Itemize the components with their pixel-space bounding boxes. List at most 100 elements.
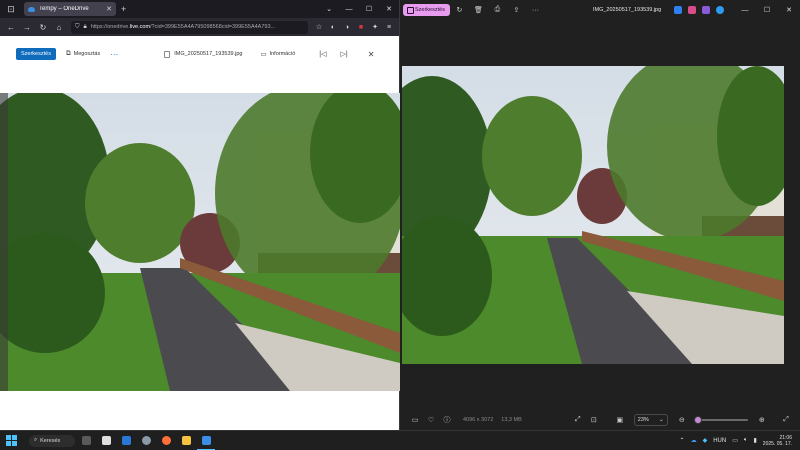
bookmark-star-icon[interactable]: ☆ (313, 21, 325, 33)
shield-icon[interactable]: ⛉ (75, 24, 80, 31)
image-dimensions: 4096 x 3072 (463, 417, 494, 423)
app-shortcut-blue-icon[interactable] (674, 6, 682, 14)
menu-hamburger-icon[interactable]: ≡ (383, 21, 395, 33)
delete-icon[interactable]: 🗑︎ (469, 6, 488, 14)
chevron-down-icon: ⌄ (659, 417, 664, 423)
photo-navigation: |◁ ▷| (319, 50, 347, 58)
outlook-icon[interactable] (117, 432, 135, 450)
fullscreen-icon[interactable]: ⤢ (778, 416, 794, 424)
task-view-icon[interactable] (77, 432, 95, 450)
zoom-level-dropdown[interactable]: 23% ⌄ (633, 414, 668, 426)
close-viewer-icon[interactable]: ✕ (368, 50, 375, 59)
photo-preview-photos-app (402, 66, 784, 364)
taskbar-clock[interactable]: 21:06 2025. 05. 17. (763, 435, 792, 447)
onedrive-cloud-icon[interactable] (716, 6, 724, 14)
onedrive-viewer-toolbar: Szerkesztés ⧉ Megosztás ··· IMG_20250517… (0, 44, 399, 64)
photo-preview-onedrive (0, 93, 400, 391)
firefox-view-icon[interactable]: ⊡ (4, 2, 18, 16)
app-shortcut-purple-icon[interactable] (702, 6, 710, 14)
share-label: Megosztás (73, 51, 101, 57)
addon-red-icon[interactable]: ■ (355, 21, 367, 33)
onedrive-cloud-icon (28, 6, 35, 12)
more-options-icon[interactable]: ··· (526, 7, 545, 14)
windows-taskbar: ⌕ Keresés ⌃ ☁ ◆ HUN ▭ 🔈︎ ▮ 21:06 2025. 0… (0, 430, 800, 450)
more-options-button[interactable]: ··· (110, 50, 118, 59)
info-label: Információ (269, 51, 296, 57)
park-photo-image (402, 66, 784, 364)
photos-window-controls: — ☐ ✕ (734, 6, 800, 15)
zoom-slider[interactable] (694, 416, 748, 424)
favorite-heart-icon[interactable]: ♡ (423, 416, 439, 424)
fit-to-window-icon[interactable]: ⤢ (570, 416, 586, 424)
file-name: IMG_20250517_193539.jpg (174, 51, 243, 57)
tab-title: Tempy – OneDrive (39, 6, 89, 12)
print-icon[interactable]: ⎙ (488, 6, 507, 14)
show-hidden-icons-chevron-icon[interactable]: ⌃ (680, 437, 685, 444)
back-icon[interactable]: ← (4, 20, 18, 34)
photos-file-name: IMG_20250517_193539.jpg (592, 7, 662, 13)
compare-icon[interactable]: ▣ (612, 416, 628, 424)
url-prefix: https://onedrive. (90, 24, 130, 30)
file-explorer-icon[interactable] (177, 432, 195, 450)
system-tray: ⌃ ☁ ◆ HUN ▭ 🔈︎ ▮ 21:06 2025. 05. 17. (680, 435, 800, 447)
minimize-icon[interactable]: — (734, 6, 756, 14)
firefox-icon[interactable] (157, 432, 175, 450)
store-icon[interactable] (97, 432, 115, 450)
settings-gear-icon[interactable] (137, 432, 155, 450)
photos-title-bar: Szerkesztés ↻ 🗑︎ ⎙ ⇪ ··· IMG_20250517_19… (401, 0, 800, 20)
tray-app-icon[interactable]: ◆ (703, 437, 708, 444)
list-all-tabs-icon[interactable]: ⌄ (319, 0, 339, 18)
share-button[interactable]: ⧉ Megosztás (66, 50, 100, 58)
maximize-icon[interactable]: ☐ (756, 6, 778, 14)
filmstrip-icon[interactable]: ▭ (407, 416, 423, 424)
address-bar[interactable]: ⛉ 🔒︎ https://onedrive. live.com/?cid=399E… (71, 20, 308, 34)
next-photo-icon[interactable]: ▷| (340, 50, 347, 58)
zoom-out-icon[interactable]: ⊖ (674, 416, 690, 424)
maximize-icon[interactable]: ☐ (359, 0, 379, 18)
app-shortcut-pink-icon[interactable] (688, 6, 696, 14)
desktop: ⊡ Tempy – OneDrive ✕ + ⌄ — ☐ ✕ ← → ↻ ⌂ ⛉… (0, 0, 800, 450)
taskbar-search-box[interactable]: ⌕ Keresés (29, 434, 75, 447)
park-photo-image (0, 93, 400, 391)
file-name-display: IMG_20250517_193539.jpg (164, 50, 243, 58)
photos-bottom-bar: ▭ ♡ ⓘ 4096 x 3072 13,3 MB ⤢ ⊡ ▣ 23% ⌄ ⊖ … (401, 410, 800, 430)
browser-tab-bar: ⊡ Tempy – OneDrive ✕ + ⌄ — ☐ ✕ (0, 0, 399, 18)
home-icon[interactable]: ⌂ (52, 20, 66, 34)
minimize-icon[interactable]: — (339, 0, 359, 18)
battery-icon[interactable]: ▮ (753, 437, 756, 444)
url-domain: live.com (129, 24, 151, 30)
photos-edit-button[interactable]: Szerkesztés (403, 4, 450, 16)
close-tab-icon[interactable]: ✕ (106, 5, 112, 13)
pocket-icon[interactable]: ◑ (341, 21, 353, 33)
image-file-icon (164, 50, 171, 58)
forward-icon[interactable]: → (20, 20, 34, 34)
network-icon[interactable]: ▭ (732, 437, 738, 444)
windows-start-icon[interactable] (6, 435, 17, 446)
lock-icon[interactable]: 🔒︎ (84, 24, 87, 31)
search-icon: ⌕ (34, 437, 38, 443)
zoom-slider-thumb[interactable] (694, 416, 703, 424)
extensions-puzzle-icon[interactable]: ✦ (369, 21, 381, 33)
edit-button[interactable]: Szerkesztés (16, 48, 56, 60)
file-info-icon[interactable]: ⓘ (439, 415, 455, 425)
actual-size-icon[interactable]: ⊡ (586, 416, 602, 424)
browser-tab-onedrive[interactable]: Tempy – OneDrive ✕ (24, 2, 116, 16)
search-label: Keresés (40, 437, 61, 444)
photos-app-icon[interactable] (197, 432, 215, 450)
share-icon: ⧉ (65, 50, 71, 57)
reload-icon[interactable]: ↻ (36, 20, 50, 34)
info-button[interactable]: ▭ Információ (260, 50, 295, 58)
volume-icon[interactable]: 🔈︎ (744, 437, 748, 444)
close-window-icon[interactable]: ✕ (379, 0, 399, 18)
extension-icon[interactable]: ◐ (327, 21, 339, 33)
previous-photo-icon[interactable]: |◁ (319, 50, 326, 58)
zoom-in-icon[interactable]: ⊕ (754, 416, 770, 424)
url-rest: /?cid=399E55A4A795098568cid=399E55A4A793… (150, 24, 276, 30)
share-icon[interactable]: ⇪ (507, 6, 526, 14)
new-tab-icon[interactable]: + (121, 4, 126, 14)
onedrive-tray-icon[interactable]: ☁ (691, 437, 697, 444)
close-window-icon[interactable]: ✕ (778, 6, 800, 14)
rotate-icon[interactable]: ↻ (450, 6, 469, 14)
language-indicator[interactable]: HUN (713, 438, 726, 444)
zoom-value: 23% (637, 417, 649, 423)
